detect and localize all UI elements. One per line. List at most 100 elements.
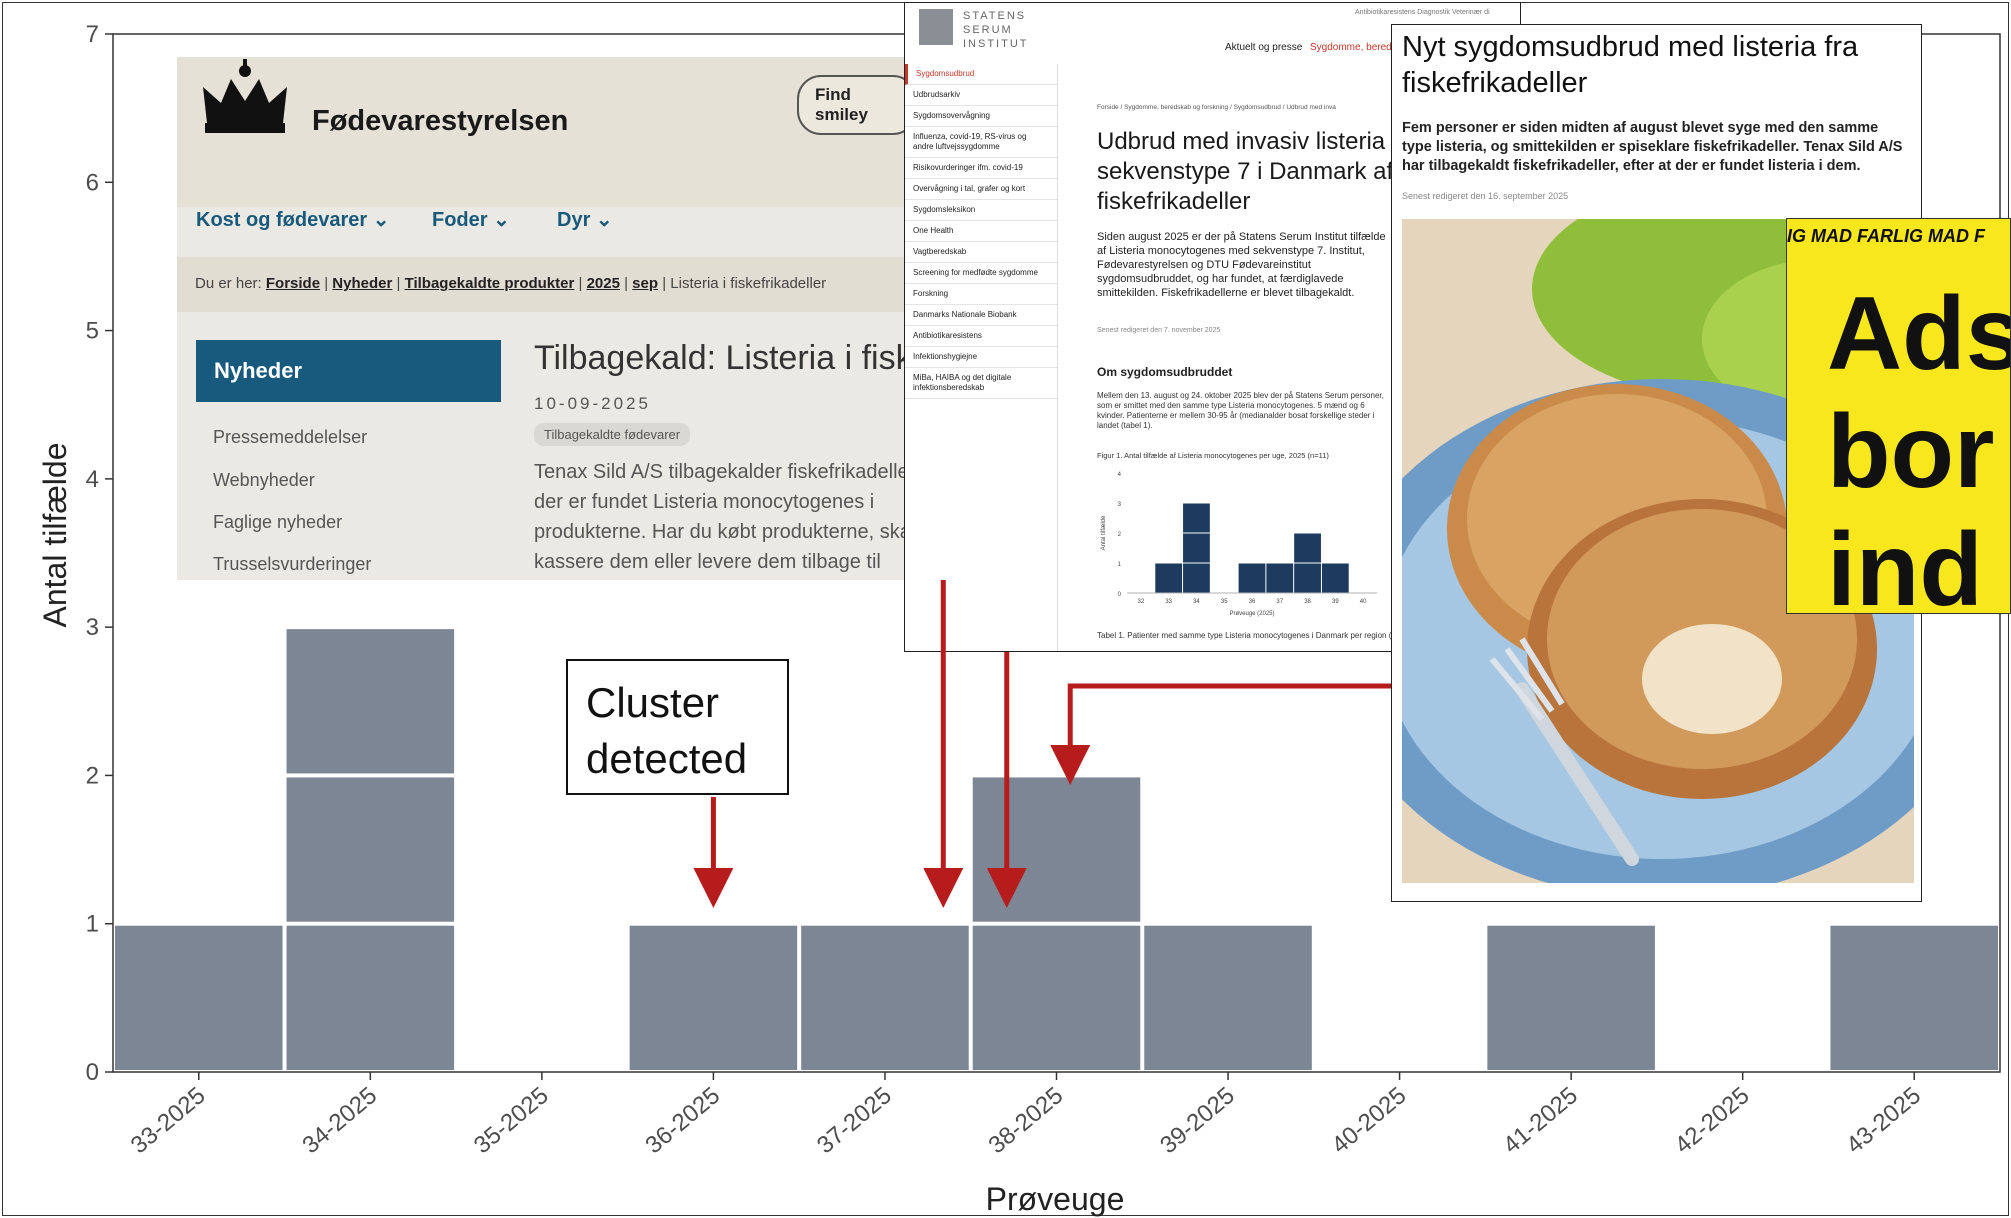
mini-y-tick: 0 <box>1118 592 1122 598</box>
breadcrumb-item[interactable]: Forside <box>266 275 320 292</box>
ssi-top-links[interactable]: Antibiotikaresistens Diagnostik Veterinæ… <box>1355 9 1490 16</box>
sidebar-item[interactable]: Trusselsvurderinger <box>213 554 371 575</box>
ssi-sidebar-item[interactable]: Sygdomsudbrud <box>905 64 1057 85</box>
case-box-41-2025 <box>1487 925 1655 1070</box>
ssi-sidebar-item[interactable]: Sygdomsovervågning <box>905 106 1057 127</box>
news-date: Senest redigeret den 16. september 2025 <box>1402 191 1569 201</box>
mini-bar-box <box>1155 563 1183 593</box>
ssi-sidebar-item[interactable]: MiBa, HAIBA og det digitale infektionsbe… <box>905 368 1057 399</box>
ssi-sidebar-item[interactable]: Influenza, covid-19, RS-virus og andre l… <box>905 127 1057 158</box>
banner-line: ind <box>1827 512 1983 614</box>
ssi-sidebar-item[interactable]: Screening for medfødte sygdomme <box>905 263 1057 284</box>
mini-bar-box <box>1266 563 1294 593</box>
y-tick-label: 3 <box>86 614 99 641</box>
case-box-34-2025 <box>286 777 455 922</box>
sidebar-heading[interactable]: Nyheder <box>196 340 501 402</box>
mini-x-tick: 39 <box>1332 599 1339 605</box>
mini-y-tick: 3 <box>1118 502 1122 508</box>
breadcrumb-item[interactable]: Tilbagekaldte produkter <box>405 275 575 292</box>
nav-dyr[interactable]: Dyr ⌄ <box>557 207 613 232</box>
breadcrumb-item[interactable]: sep <box>632 275 658 292</box>
ssi-section-heading: Om sygdomsudbruddet <box>1097 365 1233 379</box>
ssi-sidebar-item[interactable]: Forskning <box>905 284 1057 305</box>
nav-kost[interactable]: Kost og fødevarer ⌄ <box>196 207 389 232</box>
case-box-34-2025 <box>286 925 455 1070</box>
x-tick-label: 36-2025 <box>640 1082 725 1159</box>
ssi-sidebar-item[interactable]: One Health <box>905 221 1057 242</box>
ssi-sidebar-item[interactable]: Overvågning i tal, grafer og kort <box>905 179 1057 200</box>
mini-bar-box <box>1183 503 1210 533</box>
y-tick-label: 6 <box>86 169 99 196</box>
x-tick-label: 35-2025 <box>469 1082 554 1159</box>
ssi-sidebar-item[interactable]: Antibiotikaresistens <box>905 326 1057 347</box>
case-box-37-2025 <box>801 925 969 1070</box>
mini-y-tick: 1 <box>1118 562 1122 568</box>
sidebar-item[interactable]: Webnyheder <box>213 470 315 491</box>
breadcrumb-item[interactable]: Nyheder <box>332 275 392 292</box>
nav-foder[interactable]: Foder ⌄ <box>432 207 510 232</box>
ssi-updated: Senest redigeret den 7. november 2025 <box>1097 327 1221 334</box>
ssi-sidebar-item[interactable]: Danmarks Nationale Biobank <box>905 305 1057 326</box>
ssi-sidebar-item[interactable]: Udbrudsarkiv <box>905 85 1057 106</box>
y-tick-label: 4 <box>86 466 99 493</box>
mini-x-tick: 35 <box>1221 599 1228 605</box>
article-body: Tenax Sild A/S tilbagekalder fiskefrikad… <box>534 461 917 573</box>
mini-x-tick: 40 <box>1360 599 1367 605</box>
ssi-table-caption: Tabel 1. Patienter med samme type Lister… <box>1097 631 1412 640</box>
ssi-intro: Siden august 2025 er der på Statens Seru… <box>1097 231 1386 299</box>
tabloid-banner-screenshot: IG MAD FARLIG MAD F Ads bor ind <box>1786 218 2011 614</box>
mini-x-tick: 38 <box>1304 599 1311 605</box>
article-title: Tilbagekald: Listeria i fiskefrikadeller <box>534 339 917 377</box>
sidebar-item[interactable]: Pressemeddelelser <box>213 427 367 448</box>
sidebar-item[interactable]: Faglige nyheder <box>213 512 342 533</box>
cluster-detected-callout: Cluster detected <box>566 659 789 795</box>
banner-line: bor <box>1827 394 1995 510</box>
article-tag[interactable]: Tilbagekaldte fødevarer <box>534 423 691 446</box>
ssi-name-line: INSTITUT <box>963 38 1029 50</box>
find-smiley-button[interactable]: Find smiley <box>797 75 917 135</box>
ssi-paragraph: Mellem den 13. august og 24. oktober 202… <box>1097 391 1384 430</box>
ssi-mini-chart: 0123432 33 34 35 36 37 38 39 40Antal tilfældePrø… <box>1101 472 1377 617</box>
case-box-34-2025 <box>286 629 455 774</box>
mini-x-label: Prøveuge (2025) <box>1229 611 1274 617</box>
case-box-39-2025 <box>1144 925 1312 1070</box>
banner-line: Ads <box>1827 276 2011 392</box>
mini-x-tick: 32 <box>1138 599 1145 605</box>
y-tick-label: 2 <box>86 762 99 789</box>
ssi-sidebar-item[interactable]: Risikovurderinger ifm. covid-19 <box>905 158 1057 179</box>
news-lead: Fem personer er siden midten af august b… <box>1402 120 1903 174</box>
x-tick-label: 39-2025 <box>1155 1082 1240 1159</box>
ssi-sidebar-item[interactable]: Sygdomsleksikon <box>905 200 1057 221</box>
breadcrumb-item[interactable]: 2025 <box>587 275 620 292</box>
x-tick-label: 34-2025 <box>297 1082 382 1159</box>
case-box-38-2025 <box>972 925 1141 1070</box>
x-tick-label: 41-2025 <box>1498 1082 1583 1159</box>
ssi-sidebar-item[interactable]: Infektionshygiejne <box>905 347 1057 368</box>
mini-x-tick: 33 <box>1165 599 1172 605</box>
ssi-title: Udbrud med invasiv listeria sekvenstype … <box>1097 128 1394 215</box>
crown-logo-icon <box>203 59 287 133</box>
ssi-nav-item[interactable]: Aktuelt og presse <box>1225 42 1302 53</box>
case-box-33-2025 <box>115 925 283 1070</box>
fvst-brand: Fødevarestyrelsen <box>312 105 569 137</box>
ssi-sidebar: Sygdomsudbrud Udbrudsarkiv Sygdomsovervågn… <box>905 64 1058 651</box>
ssi-figure-caption: Figur 1. Antal tilfælde af Listeria mono… <box>1097 451 1329 460</box>
mini-bar-box <box>1183 563 1210 593</box>
ssi-breadcrumb[interactable]: Forside / Sygdomme, beredskab og forskni… <box>1097 104 1336 111</box>
mini-x-tick: 34 <box>1193 599 1200 605</box>
callout-line: Cluster <box>586 679 720 726</box>
mini-bar-box <box>1183 533 1210 563</box>
news-title: Nyt sygdomsudbrud med listeria fra fiske… <box>1402 31 1859 99</box>
ssi-nav-item-active[interactable]: Sygdomme, bered <box>1310 42 1392 53</box>
mini-x-tick: 36 <box>1249 599 1256 605</box>
mini-y-tick: 2 <box>1118 532 1122 538</box>
x-tick-label: 43-2025 <box>1841 1082 1926 1159</box>
mini-bar-box <box>1294 563 1321 593</box>
mini-bar-box <box>1321 563 1349 593</box>
ssi-name-line: STATENS <box>963 10 1027 22</box>
fvst-recall-screenshot: Fødevarestyrelsen Find smiley Kost og fø… <box>177 57 917 580</box>
x-tick-label: 33-2025 <box>126 1082 211 1159</box>
ssi-sidebar-item[interactable]: Vagtberedskab <box>905 242 1057 263</box>
x-axis-label: Prøveuge <box>986 1181 1125 1217</box>
mini-x-tick: 37 <box>1276 599 1283 605</box>
